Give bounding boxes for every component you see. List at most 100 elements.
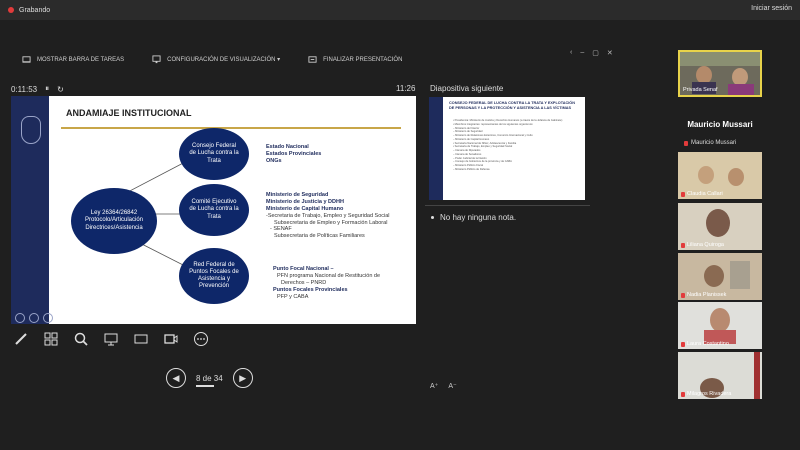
- list-item: PFP y CABA: [277, 293, 309, 300]
- show-taskbar-label: MOSTRAR BARRA DE TAREAS: [37, 56, 125, 63]
- participant-name: Milagros Rivadera: [687, 391, 732, 397]
- tile-background: [730, 261, 750, 289]
- pointer-button[interactable]: [102, 330, 120, 348]
- next-slide-button[interactable]: ▶: [232, 368, 253, 388]
- participant-name: Nadia Planissek: [687, 292, 727, 298]
- slide-playback-controls: [11, 312, 416, 324]
- minimize-icon[interactable]: –: [580, 49, 584, 57]
- participant-face: [728, 168, 744, 186]
- clock: 11:26: [396, 84, 416, 93]
- increase-font-button[interactable]: A⁺: [430, 382, 438, 390]
- taskbar-icon: [22, 56, 31, 63]
- reset-icon[interactable]: ↻: [57, 85, 64, 94]
- participant-face: [710, 308, 730, 332]
- participant-tile[interactable]: Liliana Quiroga: [678, 203, 762, 250]
- black-screen-button[interactable]: [132, 330, 150, 348]
- list-item: ONGs: [266, 157, 282, 164]
- list-item: -Secretaria de Trabajo, Empleo y Segurid…: [266, 212, 390, 219]
- mic-muted-icon: [681, 242, 685, 248]
- list-item: Subsecretaria de Empleo y Formación Labo…: [274, 219, 388, 226]
- tile-background: [680, 52, 760, 66]
- participant-tile[interactable]: Nadia Planissek: [678, 253, 762, 300]
- next-slide-content: • Presidencia: Ministerio de Justicia y …: [453, 119, 578, 172]
- decrease-font-button[interactable]: A⁻: [448, 382, 456, 390]
- list-item: Punto Focal Nacional –: [273, 266, 334, 272]
- group-consejo-list: Estado Nacional Estados Provinciales ONG…: [266, 144, 321, 165]
- more-icon: [194, 332, 208, 346]
- monitor-icon: [152, 55, 161, 64]
- close-icon[interactable]: ✕: [607, 49, 613, 57]
- more-options-button[interactable]: [192, 330, 210, 348]
- back-arrow-icon[interactable]: ‹: [570, 49, 572, 57]
- laser-pointer-icon: [104, 333, 118, 346]
- list-item: Ministerio de Capital Humano: [266, 205, 344, 212]
- prev-slide-mini-icon[interactable]: [15, 313, 25, 323]
- next-slide-line: – Ministerio Público de Defensa: [453, 167, 490, 171]
- window-controls: ‹ – ▢ ✕: [570, 49, 613, 57]
- mic-muted-icon: [681, 341, 685, 347]
- previous-slide-button[interactable]: ◀: [166, 368, 186, 388]
- see-all-slides-button[interactable]: [42, 330, 60, 348]
- next-slide-mini-icon[interactable]: [43, 313, 53, 323]
- page-underline: [196, 384, 214, 387]
- participant-label: Milagros Rivadera: [681, 391, 731, 397]
- display-settings-button[interactable]: CONFIGURACIÓN DE VISUALIZACIÓN ▾: [152, 55, 280, 64]
- participant-label: Nadia Planissek: [681, 292, 726, 298]
- active-speaker-label: Mauricio Mussari: [678, 140, 762, 146]
- list-item: Estado Nacional: [266, 144, 309, 150]
- list-item: - SENAF: [270, 226, 292, 233]
- camera-icon: [164, 334, 178, 344]
- show-taskbar-button[interactable]: MOSTRAR BARRA DE TAREAS: [22, 55, 124, 64]
- camera-button[interactable]: [162, 330, 180, 348]
- participant-name: Claudia Callari: [687, 191, 723, 197]
- recording-icon: [8, 7, 14, 13]
- elapsed-time: 0:11:53: [11, 84, 38, 94]
- pause-icon[interactable]: ⏸: [45, 84, 49, 94]
- sign-in-link[interactable]: Iniciar sesión: [751, 5, 792, 12]
- slide-navigation: ◀ 8 de 34 ▶: [166, 368, 253, 388]
- center-node: Ley 26364/26842 Protocolo/Articulación D…: [71, 188, 157, 254]
- participant-face: [704, 265, 724, 287]
- notes-divider: [425, 205, 590, 206]
- play-mini-icon[interactable]: [29, 313, 39, 323]
- participant-label: Laura Costantino: [681, 341, 729, 347]
- list-item: Subsecretaria de Políticas Familiares: [274, 233, 365, 240]
- node-consejo-label: Consejo Federal de Lucha contra la Trata: [189, 143, 239, 164]
- recording-label: Grabando: [19, 6, 51, 14]
- screen-icon: [134, 334, 148, 344]
- participant-label: Claudia Callari: [681, 191, 723, 197]
- list-item: Ministerio de Seguridad: [266, 192, 329, 198]
- next-slide-label: Diapositiva siguiente: [430, 84, 504, 93]
- top-bar: Grabando Iniciar sesión: [0, 0, 800, 20]
- next-slide-sidebar: [429, 97, 443, 200]
- presenter-toolbar: MOSTRAR BARRA DE TAREAS CONFIGURACIÓN DE…: [22, 55, 402, 64]
- list-item: Derechos – PNRD: [281, 279, 327, 286]
- participant-face: [698, 166, 714, 184]
- mic-muted-icon: [681, 391, 685, 397]
- end-presentation-icon: [308, 56, 317, 63]
- mic-muted-icon: [681, 191, 685, 197]
- group-comite-list: Ministerio de Seguridad Ministerio de Ju…: [266, 192, 390, 240]
- zoom-button[interactable]: [72, 330, 90, 348]
- magnifier-icon: [74, 332, 88, 346]
- participant-tile[interactable]: Privada Senaf: [678, 50, 762, 97]
- participant-tile[interactable]: Laura Costantino: [678, 302, 762, 349]
- participant-tile[interactable]: Milagros Rivadera: [678, 352, 762, 399]
- node-comite: Comité Ejecutivo de Lucha contra la Trat…: [179, 184, 249, 236]
- maximize-icon[interactable]: ▢: [592, 49, 599, 57]
- end-presentation-button[interactable]: FINALIZAR PRESENTACIÓN: [308, 55, 402, 64]
- pen-tool-button[interactable]: [12, 330, 30, 348]
- next-slide-preview[interactable]: CONSEJO FEDERAL DE LUCHA CONTRA LA TRATA…: [429, 97, 585, 200]
- active-speaker-name: Mauricio Mussari: [687, 120, 753, 129]
- list-item: Puntos Focales Provinciales: [273, 286, 348, 293]
- center-node-label: Ley 26364/26842 Protocolo/Articulación D…: [84, 210, 144, 231]
- participant-face: [706, 209, 730, 237]
- participant-body: [728, 84, 754, 95]
- list-item: Ministerio de Justicia y DDHH: [266, 198, 344, 205]
- tile-background: [754, 352, 760, 399]
- participant-tile[interactable]: Claudia Callari: [678, 152, 762, 199]
- speaker-notes: No hay ninguna nota.: [430, 213, 517, 222]
- timer: 0:11:53 ⏸ ↻: [11, 84, 64, 94]
- notes-font-controls: A⁺ A⁻: [430, 382, 457, 390]
- current-slide: ANDAMIAJE INSTITUCIONAL Ley 26364/26842 …: [11, 96, 416, 324]
